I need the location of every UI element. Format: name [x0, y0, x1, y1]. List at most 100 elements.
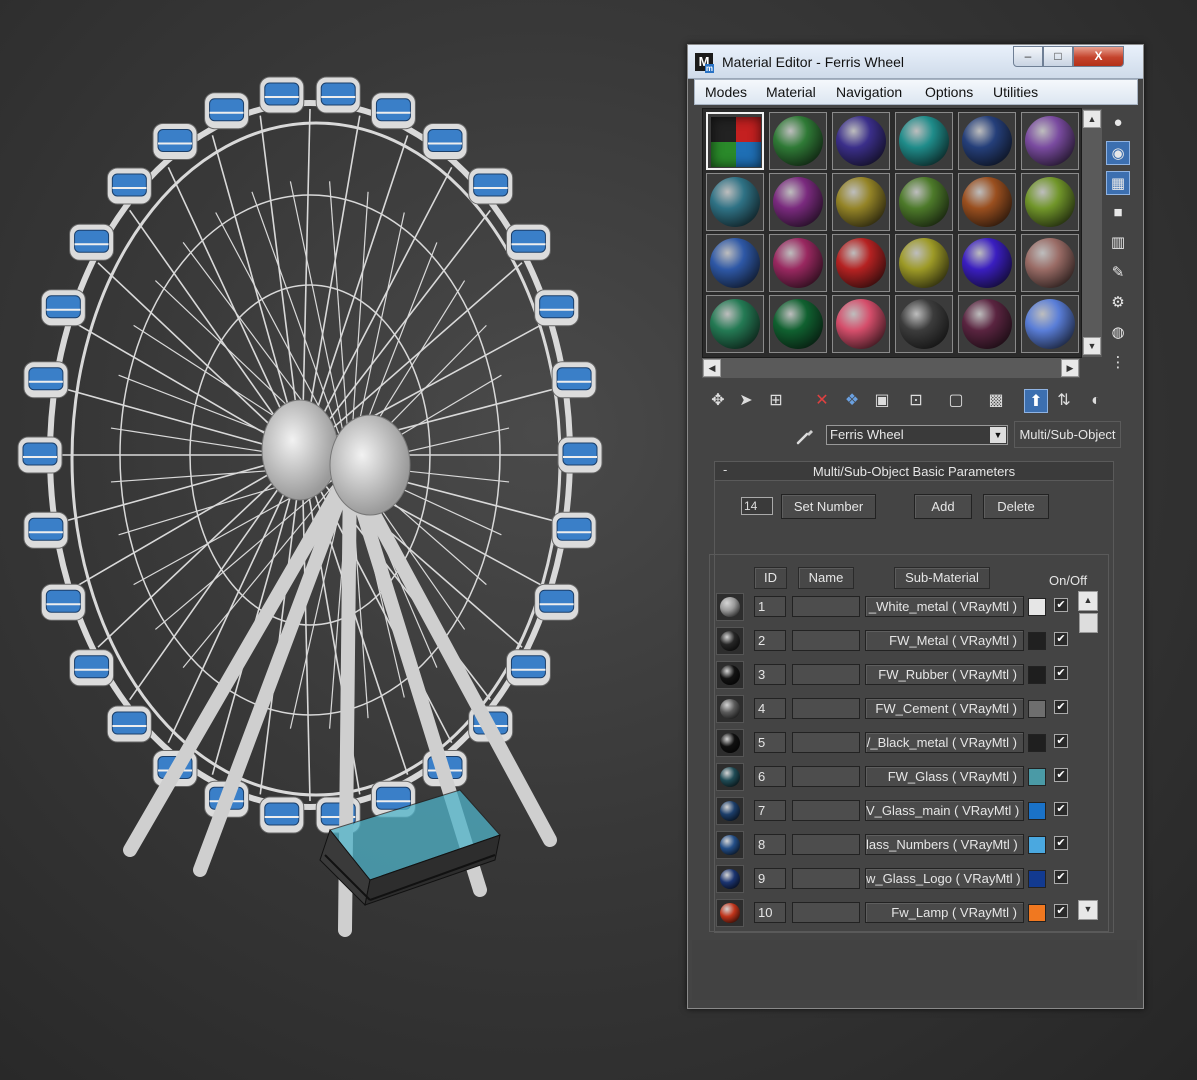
sub-material-preview[interactable]: [716, 797, 744, 825]
sub-material-button[interactable]: FW_Rubber ( VRayMtl ): [865, 664, 1024, 685]
sub-material-button[interactable]: lass_Numbers ( VRayMtl ): [865, 834, 1024, 855]
sub-material-button[interactable]: V_Glass_main ( VRayMtl ): [865, 800, 1024, 821]
name-column-header[interactable]: Name: [798, 567, 854, 589]
sub-material-preview[interactable]: [716, 865, 744, 893]
id-column-header[interactable]: ID: [754, 567, 787, 589]
sample-slot[interactable]: [832, 234, 890, 292]
make-preview-icon[interactable]: ✎: [1106, 261, 1130, 285]
sample-slot[interactable]: [769, 234, 827, 292]
sub-material-id-field[interactable]: 9: [754, 868, 786, 889]
scroll-left-button[interactable]: ◀: [703, 359, 721, 377]
show-shaded-material-icon[interactable]: ◐: [1084, 389, 1108, 413]
sample-slot[interactable]: [706, 295, 764, 353]
on-off-checkbox[interactable]: ✔: [1054, 632, 1068, 646]
sample-slots-horizontal-scrollbar[interactable]: ◀ ▶: [702, 358, 1080, 378]
reset-map-icon[interactable]: ✕: [810, 389, 834, 413]
sub-material-preview[interactable]: [716, 695, 744, 723]
put-to-library-icon[interactable]: ▣: [870, 389, 894, 413]
color-swatch[interactable]: [1028, 870, 1046, 888]
sub-material-id-field[interactable]: 3: [754, 664, 786, 685]
menu-navigation[interactable]: Navigation: [836, 84, 902, 100]
sub-material-name-field[interactable]: [792, 732, 860, 753]
sub-material-button[interactable]: w_Glass_Logo ( VRayMtl ): [865, 868, 1024, 889]
sub-material-preview[interactable]: [716, 661, 744, 689]
color-swatch[interactable]: [1028, 598, 1046, 616]
list-scroll-down-button[interactable]: ▼: [1078, 900, 1098, 920]
material-map-navigator-icon[interactable]: ⋮: [1106, 351, 1130, 375]
sample-slot[interactable]: [958, 112, 1016, 170]
sub-material-column-header[interactable]: Sub-Material: [894, 567, 990, 589]
color-swatch[interactable]: [1028, 666, 1046, 684]
menu-material[interactable]: Material: [766, 84, 816, 100]
select-by-material-icon[interactable]: ◍: [1106, 321, 1130, 345]
sub-material-name-field[interactable]: [792, 664, 860, 685]
sample-slot[interactable]: [832, 173, 890, 231]
delete-button[interactable]: Delete: [983, 494, 1049, 519]
sub-material-name-field[interactable]: [792, 698, 860, 719]
sub-material-name-field[interactable]: [792, 800, 860, 821]
video-color-check-icon[interactable]: ▥: [1106, 231, 1130, 255]
sample-slot[interactable]: [895, 295, 953, 353]
sub-material-id-field[interactable]: 4: [754, 698, 786, 719]
on-off-checkbox[interactable]: ✔: [1054, 836, 1068, 850]
material-name-field[interactable]: Ferris Wheel ▼: [826, 425, 1008, 445]
sub-material-preview[interactable]: [716, 831, 744, 859]
color-swatch[interactable]: [1028, 734, 1046, 752]
sample-uv-tiling-icon[interactable]: ■: [1106, 201, 1130, 225]
close-button[interactable]: X: [1073, 46, 1124, 67]
sub-material-name-field[interactable]: [792, 902, 860, 923]
sub-material-id-field[interactable]: 1: [754, 596, 786, 617]
on-off-checkbox[interactable]: ✔: [1054, 700, 1068, 714]
sub-material-id-field[interactable]: 7: [754, 800, 786, 821]
sub-material-name-field[interactable]: [792, 868, 860, 889]
sample-slot[interactable]: [1021, 295, 1079, 353]
sub-material-preview[interactable]: [716, 627, 744, 655]
make-unique-icon[interactable]: ❖: [840, 389, 864, 413]
sample-slot[interactable]: [706, 112, 764, 170]
color-swatch[interactable]: [1028, 802, 1046, 820]
sub-material-button[interactable]: FW_Metal ( VRayMtl ): [865, 630, 1024, 651]
sub-material-name-field[interactable]: [792, 630, 860, 651]
sub-material-preview[interactable]: [716, 729, 744, 757]
put-to-scene-icon[interactable]: ➤: [734, 389, 758, 413]
sample-slot[interactable]: [895, 234, 953, 292]
sub-material-button[interactable]: FW_Cement ( VRayMtl ): [865, 698, 1024, 719]
scroll-up-button[interactable]: ▲: [1083, 110, 1101, 128]
sample-slot[interactable]: [958, 295, 1016, 353]
title-bar[interactable]: Mm Material Editor - Ferris Wheel – □ X: [688, 45, 1143, 79]
sample-slot[interactable]: [895, 173, 953, 231]
menu-utilities[interactable]: Utilities: [993, 84, 1038, 100]
sample-slot[interactable]: [706, 234, 764, 292]
list-scroll-thumb[interactable]: [1079, 613, 1098, 633]
sample-slot[interactable]: [895, 112, 953, 170]
sample-type-sphere-icon[interactable]: ●: [1106, 111, 1130, 135]
sub-material-button[interactable]: Fw_Lamp ( VRayMtl ): [865, 902, 1024, 923]
sub-material-name-field[interactable]: [792, 834, 860, 855]
sub-material-name-field[interactable]: [792, 596, 860, 617]
sub-material-id-field[interactable]: 10: [754, 902, 786, 923]
sample-slot[interactable]: [958, 234, 1016, 292]
sub-material-preview[interactable]: [716, 899, 744, 927]
sub-material-name-field[interactable]: [792, 766, 860, 787]
sample-slot[interactable]: [1021, 173, 1079, 231]
color-swatch[interactable]: [1028, 632, 1046, 650]
go-forward-to-sibling-icon[interactable]: ⇅: [1052, 389, 1076, 413]
color-swatch[interactable]: [1028, 904, 1046, 922]
sub-material-preview[interactable]: [716, 593, 744, 621]
sample-slots-vertical-scrollbar[interactable]: ▲ ▼: [1082, 109, 1102, 357]
sub-material-button[interactable]: FW_Glass ( VRayMtl ): [865, 766, 1024, 787]
on-off-checkbox[interactable]: ✔: [1054, 802, 1068, 816]
scroll-right-button[interactable]: ▶: [1061, 359, 1079, 377]
add-button[interactable]: Add: [914, 494, 972, 519]
color-swatch[interactable]: [1028, 700, 1046, 718]
sub-material-id-field[interactable]: 2: [754, 630, 786, 651]
sub-material-id-field[interactable]: 8: [754, 834, 786, 855]
minimize-button[interactable]: –: [1013, 46, 1043, 67]
list-scroll-up-button[interactable]: ▲: [1078, 591, 1098, 611]
sub-material-id-field[interactable]: 6: [754, 766, 786, 787]
options-icon[interactable]: ⚙: [1106, 291, 1130, 315]
eyedropper-icon[interactable]: [794, 425, 816, 447]
sub-material-count-field[interactable]: 14: [741, 497, 773, 515]
color-swatch[interactable]: [1028, 768, 1046, 786]
on-off-checkbox[interactable]: ✔: [1054, 904, 1068, 918]
